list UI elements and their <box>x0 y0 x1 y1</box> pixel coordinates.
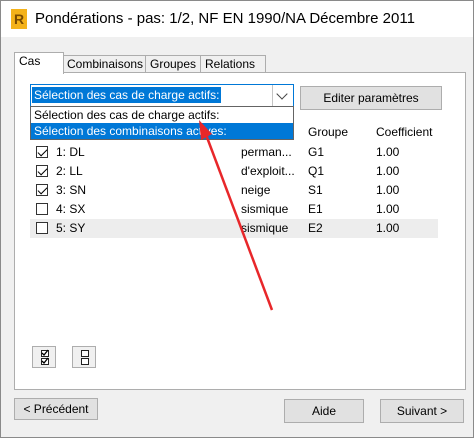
load-case-nature: perman... <box>241 145 292 159</box>
load-case-group: G1 <box>308 145 325 159</box>
load-case-coefficient[interactable]: 1.00 <box>376 164 399 179</box>
next-button[interactable]: Suivant > <box>380 399 464 423</box>
dropdown-option-combinations[interactable]: Sélection des combinaisons actives: <box>31 123 293 139</box>
table-row[interactable]: 2: LL d'exploit... Q1 1.00 <box>30 162 438 181</box>
load-case-nature: neige <box>241 183 271 197</box>
select-all-button[interactable] <box>32 346 56 368</box>
dropdown-option-load-cases[interactable]: Sélection des cas de charge actifs: <box>31 107 293 123</box>
load-case-name: 2: LL <box>56 164 83 178</box>
row-checkbox[interactable] <box>36 184 48 196</box>
load-case-name: 1: DL <box>56 145 85 159</box>
selection-mode-select[interactable]: Sélection des cas de charge actifs: <box>30 84 294 108</box>
app-logo-icon: R <box>11 9 27 29</box>
load-case-nature: sismique <box>241 202 289 216</box>
tab-combinaisons[interactable]: Combinaisons <box>62 55 148 73</box>
edit-parameters-button[interactable]: Editer paramètres <box>300 86 442 110</box>
load-case-coefficient[interactable]: 1.00 <box>376 183 399 198</box>
table-row[interactable]: 4: SX sismique E1 1.00 <box>30 200 438 219</box>
load-case-name: 5: SY <box>56 221 86 235</box>
title-bar: R Pondérations - pas: 1/2, NF EN 1990/NA… <box>1 1 473 37</box>
load-case-group: E1 <box>308 202 323 216</box>
selection-mode-dropdown: Sélection des cas de charge actifs: Séle… <box>30 106 294 140</box>
chevron-down-icon <box>276 88 288 100</box>
table-row[interactable]: 3: SN neige S1 1.00 <box>30 181 438 200</box>
load-case-group: Q1 <box>308 164 325 178</box>
tab-groupes[interactable]: Groupes <box>145 55 203 73</box>
load-case-name: 3: SN <box>56 183 87 197</box>
load-case-coefficient[interactable]: 1.00 <box>376 202 399 217</box>
load-case-nature: d'exploit... <box>241 164 295 178</box>
load-case-group: E2 <box>308 221 323 235</box>
dropdown-button[interactable] <box>272 85 293 107</box>
selection-mode-value: Sélection des cas de charge actifs: <box>32 87 222 103</box>
load-case-coefficient[interactable]: 1.00 <box>376 221 399 236</box>
load-case-name: 4: SX <box>56 202 86 216</box>
load-case-nature: sismique <box>241 221 289 235</box>
column-header-coefficient: Coefficient <box>376 125 433 139</box>
tab-relations[interactable]: Relations <box>200 55 266 73</box>
row-checkbox[interactable] <box>36 203 48 215</box>
row-checkbox[interactable] <box>36 165 48 177</box>
help-button[interactable]: Aide <box>284 399 364 423</box>
load-case-group: S1 <box>308 183 323 197</box>
row-checkbox[interactable] <box>36 146 48 158</box>
column-header-group: Groupe <box>308 125 349 139</box>
row-checkbox[interactable] <box>36 222 48 234</box>
select-none-button[interactable] <box>72 346 96 368</box>
window-title: Pondérations - pas: 1/2, NF EN 1990/NA D… <box>35 10 415 27</box>
previous-button[interactable]: < Précédent <box>14 398 98 420</box>
load-case-coefficient[interactable]: 1.00 <box>376 145 399 160</box>
table-row[interactable]: 5: SY sismique E2 1.00 <box>30 219 438 238</box>
table-row[interactable]: 1: DL perman... G1 1.00 <box>30 143 438 162</box>
tab-cas[interactable]: Cas <box>14 52 64 74</box>
